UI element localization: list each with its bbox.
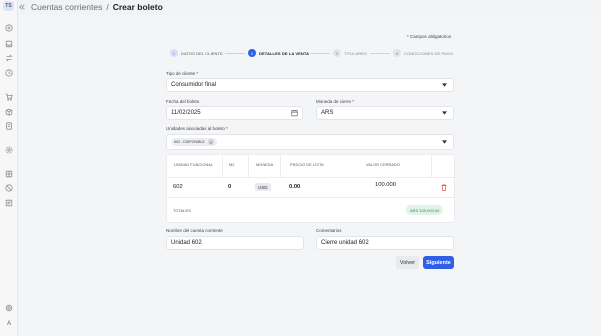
column-header: PRECIO DE LISTA [290,163,324,167]
back-button[interactable]: Volver [396,256,419,269]
comments-input[interactable]: Cierre unidad 602 [316,236,454,250]
top-header: Cuentas corrientes / Crear boleto [18,0,601,14]
step-number: 2 [248,49,256,57]
page-title: Crear boleto [112,2,163,12]
column-header: VALOR CERRADO [366,163,400,167]
cell-unit: 602 [173,184,183,190]
comments-value: Cierre unidad 602 [321,240,369,246]
column-divider [222,156,223,177]
user-avatar[interactable]: TS [3,1,14,11]
units-label: Unidades asociadas al boleto * [166,126,228,131]
account-name-label: Nombre del cuenta corriente [166,228,223,233]
stepper-line [370,53,390,54]
date-label: Fecha del boleto [166,99,200,104]
row-divider [166,177,455,178]
date-value: 11/02/2025 [171,110,201,116]
comments-label: Comentarios [316,228,342,233]
column-divider [280,156,281,177]
account-name-value: Unidad 602 [171,240,202,246]
box-icon[interactable] [5,108,13,116]
total-value-badge: ARS 100.000,00 [406,205,444,215]
column-divider [431,156,432,177]
font-icon[interactable]: A [5,320,13,328]
receipt-icon[interactable] [5,122,13,130]
breadcrumb-separator: / [106,2,109,12]
date-input[interactable]: 11/02/2025 [166,106,303,120]
client-type-select[interactable]: Consumidor final [166,78,454,92]
cart-icon[interactable] [5,93,13,101]
doc-icon[interactable] [5,199,13,207]
settings-icon[interactable] [5,146,13,154]
remove-chip-icon[interactable]: × [207,139,214,145]
step-number: 4 [393,49,401,57]
column-header: M2 [229,163,235,167]
chevron-down-icon [442,111,447,115]
required-fields-note: * Campos obligatorios [407,34,452,39]
step-label: TITULARES [344,50,367,56]
totals-label: TOTALES [173,208,191,213]
check-icon: ✓ [170,49,178,57]
collapse-sidebar-icon[interactable] [18,3,26,11]
unit-chip: 602 - DISPONIBLE × [171,138,217,146]
step-label: CONDICIONES DE PAGO [404,50,454,56]
column-header: MONEDA [256,163,274,167]
step-label: DATOS DEL CLIENTE [181,50,223,56]
client-type-value: Consumidor final [171,82,217,88]
client-type-label: Tipo de cliente * [166,71,199,76]
step-datos-cliente[interactable]: ✓ DATOS DEL CLIENTE [170,49,223,57]
step-label: DETALLES DE LA VENTA [259,50,310,56]
calendar-icon[interactable] [291,109,298,117]
step-condiciones-pago[interactable]: 4 CONDICIONES DE PAGO [393,49,453,57]
cell-list-price: 0.00 [289,184,301,190]
stepper-line [310,53,330,54]
currency-badge: USD [255,183,271,191]
grid-icon[interactable] [5,170,13,178]
trash-icon[interactable] [441,184,447,191]
next-button[interactable]: Siguiente [423,256,454,269]
stepper-line [225,53,245,54]
plus-circle-icon[interactable] [5,24,13,32]
cell-m2: 0 [228,184,232,190]
unit-chip-label: 602 - DISPONIBLE [174,140,205,144]
step-titulares[interactable]: 3 TITULARES [333,49,367,57]
transfer-icon[interactable] [5,54,13,62]
gear-icon[interactable] [5,304,13,312]
inbox-icon[interactable] [5,40,13,48]
currency-label: Moneda de cierre * [316,99,355,104]
block-icon[interactable] [5,184,13,192]
chevron-down-icon [442,140,447,144]
column-divider [248,156,249,177]
row-divider [166,197,455,198]
cell-closed-value[interactable]: 100.000 [375,182,396,188]
currency-select[interactable]: ARS [316,106,454,120]
left-sidebar: TS A [0,0,18,336]
account-name-input[interactable]: Unidad 602 [166,236,304,250]
chevron-down-icon [442,83,447,87]
step-detalles-venta[interactable]: 2 DETALLES DE LA VENTA [248,49,309,57]
step-number: 3 [333,49,341,57]
breadcrumb-parent[interactable]: Cuentas corrientes [31,2,102,12]
clock-icon[interactable] [5,69,13,77]
column-header: UNIDAD FUNCIONAL [174,163,214,167]
currency-value: ARS [321,110,334,116]
